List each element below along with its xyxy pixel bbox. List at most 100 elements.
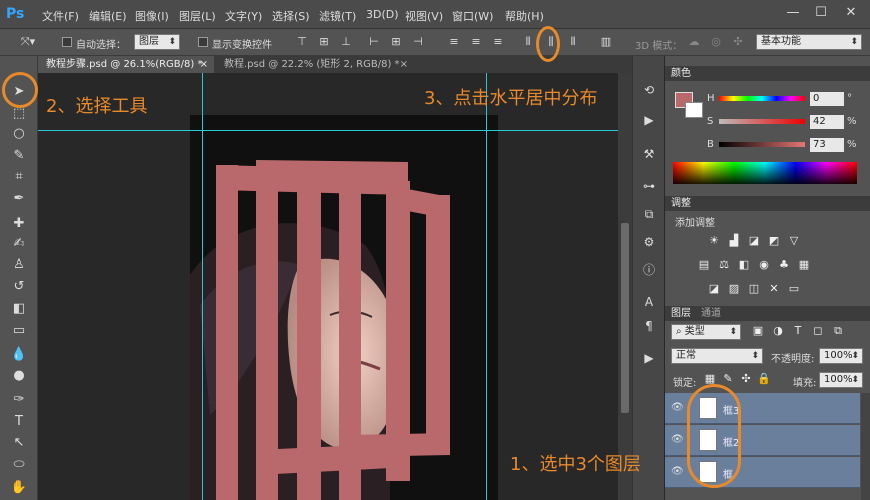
align-left-icon[interactable]: ⊢: [366, 33, 382, 51]
opacity-input[interactable]: 100%: [819, 348, 863, 364]
curves-icon[interactable]: ◪: [747, 234, 761, 248]
channel-mixer-icon[interactable]: ♣: [777, 258, 791, 272]
exposure-icon[interactable]: ◩: [767, 234, 781, 248]
vertical-scrollbar[interactable]: [618, 73, 632, 500]
menu-image[interactable]: 图像(I): [135, 8, 169, 24]
eyedropper-tool-icon[interactable]: ✒: [8, 189, 30, 209]
info-icon[interactable]: ⓘ: [641, 262, 657, 278]
visibility-eye-icon[interactable]: 👁: [671, 466, 684, 478]
align-vcenter-icon[interactable]: ⊞: [316, 33, 332, 51]
color-balance-icon[interactable]: ⚖: [717, 258, 731, 272]
close-button[interactable]: ✕: [838, 3, 864, 23]
invert-icon[interactable]: ◪: [707, 282, 721, 296]
quick-select-tool-icon[interactable]: ✎: [8, 146, 30, 166]
filter-type-icon[interactable]: T: [791, 324, 805, 338]
threshold-icon[interactable]: ◫: [747, 282, 761, 296]
saturation-slider[interactable]: [719, 119, 805, 124]
brightness-input[interactable]: 73: [810, 138, 844, 152]
hand-tool-icon[interactable]: ✋: [8, 478, 30, 498]
photo-filter-icon[interactable]: ◉: [757, 258, 771, 272]
filter-shape-icon[interactable]: ◻: [811, 324, 825, 338]
hue-saturation-icon[interactable]: ▤: [697, 258, 711, 272]
menu-filter[interactable]: 滤镜(T): [319, 8, 356, 24]
show-transform-checkbox[interactable]: [198, 37, 208, 47]
tool-presets-icon[interactable]: ⚒: [641, 146, 657, 162]
history-icon[interactable]: ⟲: [641, 82, 657, 98]
color-spectrum[interactable]: [673, 162, 857, 184]
distribute-left-icon[interactable]: ⫴: [520, 33, 536, 51]
color-lookup-icon[interactable]: ▦: [797, 258, 811, 272]
minimize-button[interactable]: —: [780, 3, 806, 23]
blur-tool-icon[interactable]: 💧: [8, 345, 30, 365]
scrollbar-thumb[interactable]: [621, 223, 629, 413]
lock-position-icon[interactable]: ✣: [739, 372, 753, 386]
blend-mode-dropdown[interactable]: 正常: [671, 348, 763, 364]
menu-3d[interactable]: 3D(D): [366, 8, 399, 21]
3d-pan-icon[interactable]: ✣: [730, 33, 746, 51]
brush-tool-icon[interactable]: ✍: [8, 234, 30, 254]
hue-slider[interactable]: [719, 96, 805, 101]
filter-smart-icon[interactable]: ⧉: [831, 324, 845, 338]
tab-channels[interactable]: 通道: [701, 306, 721, 321]
properties-icon[interactable]: ⚙: [641, 234, 657, 250]
auto-align-icon[interactable]: ▥: [598, 33, 614, 51]
saturation-input[interactable]: 42: [810, 115, 844, 129]
menu-window[interactable]: 窗口(W): [452, 8, 493, 24]
align-hcenter-icon[interactable]: ⊞: [388, 33, 404, 51]
type-tool-icon[interactable]: T: [8, 412, 30, 432]
clone-source-icon[interactable]: ⧉: [641, 206, 657, 222]
dodge-tool-icon[interactable]: ●: [8, 366, 30, 386]
canvas-area[interactable]: [38, 73, 618, 500]
character-icon[interactable]: A: [641, 294, 657, 310]
distribute-right-icon[interactable]: ⫴: [565, 33, 581, 51]
levels-icon[interactable]: ▟: [727, 234, 741, 248]
posterize-icon[interactable]: ▨: [727, 282, 741, 296]
crop-tool-icon[interactable]: ⌗: [8, 167, 30, 187]
tab-document-1[interactable]: 教程步骤.psd @ 26.1%(RGB/8) * ×: [38, 56, 214, 73]
3d-roll-icon[interactable]: ◎: [708, 33, 724, 51]
3d-orbit-icon[interactable]: ☁: [686, 33, 702, 51]
timeline-icon[interactable]: ▶: [641, 350, 657, 366]
gradient-map-icon[interactable]: ▭: [787, 282, 801, 296]
paragraph-icon[interactable]: ¶: [641, 318, 657, 334]
lasso-tool-icon[interactable]: ○: [8, 124, 30, 144]
black-white-icon[interactable]: ◧: [737, 258, 751, 272]
align-top-icon[interactable]: ⊤: [294, 33, 310, 51]
layers-scrollbar[interactable]: [861, 393, 870, 500]
eraser-tool-icon[interactable]: ◧: [8, 299, 30, 319]
ellipse-tool-icon[interactable]: ⬭: [8, 455, 30, 475]
lock-all-icon[interactable]: 🔒: [757, 372, 771, 386]
menu-select[interactable]: 选择(S): [272, 8, 310, 24]
pen-tool-icon[interactable]: ✑: [8, 390, 30, 410]
clone-stamp-tool-icon[interactable]: ♙: [8, 255, 30, 275]
history-brush-tool-icon[interactable]: ↺: [8, 277, 30, 297]
document-canvas[interactable]: [190, 115, 498, 500]
fill-input[interactable]: 100%: [819, 372, 863, 388]
align-right-icon[interactable]: ⊣: [410, 33, 426, 51]
distribute-top-icon[interactable]: ≡: [446, 33, 462, 51]
layer-filter-dropdown[interactable]: ⌕ 类型: [671, 324, 741, 340]
visibility-eye-icon[interactable]: 👁: [671, 434, 684, 446]
move-tool-preset-icon[interactable]: ⤧▾: [16, 33, 40, 51]
background-swatch[interactable]: [685, 102, 703, 118]
hue-input[interactable]: 0: [810, 92, 844, 106]
color-panel-title[interactable]: 颜色: [665, 66, 870, 81]
path-select-tool-icon[interactable]: ↖: [8, 433, 30, 453]
selective-color-icon[interactable]: ✕: [767, 282, 781, 296]
menu-type[interactable]: 文字(Y): [225, 8, 262, 24]
visibility-eye-icon[interactable]: 👁: [671, 402, 684, 414]
tab-close-icon[interactable]: ×: [400, 56, 408, 73]
actions-icon[interactable]: ▶: [641, 112, 657, 128]
healing-brush-tool-icon[interactable]: ✚: [8, 214, 30, 234]
filter-pixel-icon[interactable]: ▣: [751, 324, 765, 338]
tab-document-2[interactable]: 教程.psd @ 22.2% (矩形 2, RGB/8) * ×: [216, 56, 414, 73]
menu-edit[interactable]: 编辑(E): [89, 8, 127, 24]
brightness-slider[interactable]: [719, 142, 805, 147]
vibrance-icon[interactable]: ▽: [787, 234, 801, 248]
menu-view[interactable]: 视图(V): [405, 8, 443, 24]
align-bottom-icon[interactable]: ⊥: [338, 33, 354, 51]
workspace-dropdown[interactable]: 基本功能: [756, 34, 862, 50]
adjustments-panel-title[interactable]: 调整: [665, 196, 870, 211]
distribute-bottom-icon[interactable]: ≡: [490, 33, 506, 51]
gradient-tool-icon[interactable]: ▭: [8, 321, 30, 341]
